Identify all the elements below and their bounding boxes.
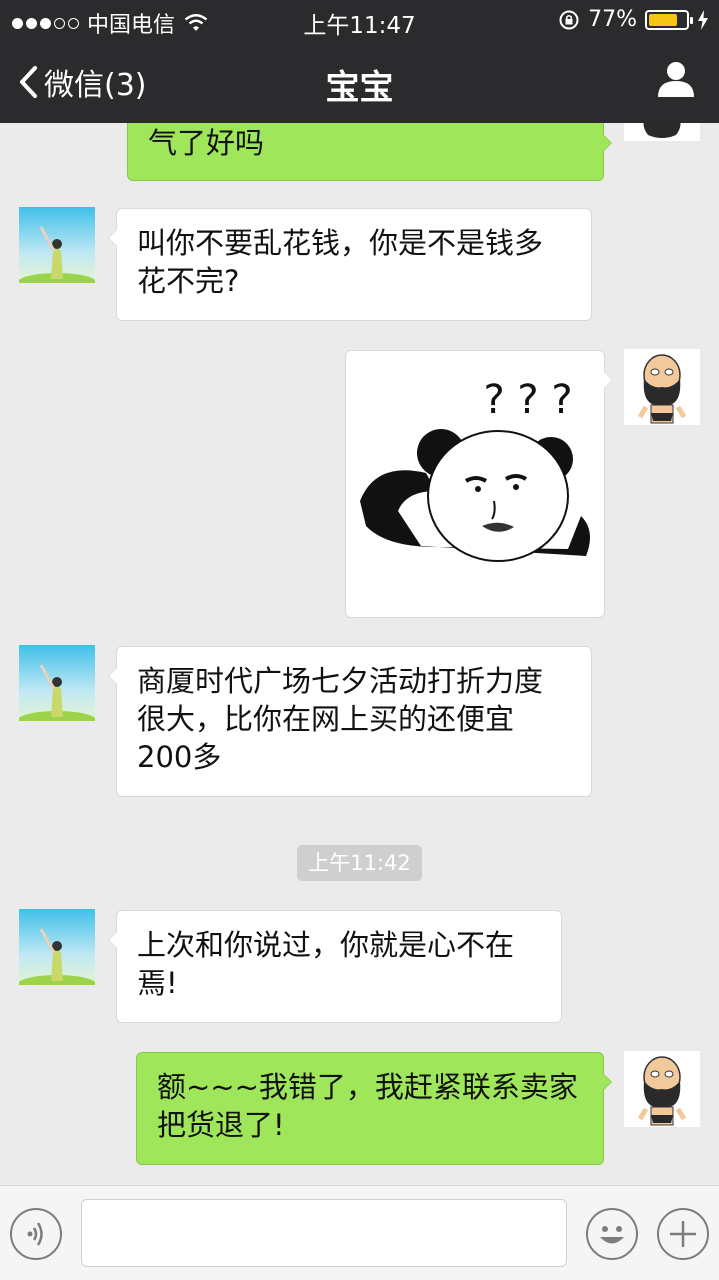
my-avatar[interactable] xyxy=(624,349,700,425)
person-icon xyxy=(658,62,694,97)
message-timestamp: 上午11:42 xyxy=(297,845,422,881)
my-avatar[interactable] xyxy=(624,1051,700,1127)
message-text: 气了好吗 xyxy=(148,126,265,160)
sticker-message[interactable]: ? ? ? xyxy=(345,350,613,618)
emoji-icon xyxy=(600,1226,624,1244)
message-text-line: 200多 xyxy=(137,740,222,774)
battery-percent: 77% xyxy=(588,7,637,32)
message-text-line: 焉! xyxy=(137,966,178,1000)
emoji-button[interactable] xyxy=(586,1208,638,1260)
message-bubble-sent[interactable]: 气了好吗 xyxy=(127,123,612,181)
message-input[interactable] xyxy=(81,1199,567,1267)
profile-button[interactable] xyxy=(657,60,695,102)
battery-icon xyxy=(645,9,693,30)
message-text-line: 花不完? xyxy=(137,264,240,298)
sticker-text: ? ? ? xyxy=(483,377,572,423)
message-text-line: 额~~~我错了，我赶紧联系卖家 xyxy=(157,1070,578,1104)
contact-avatar[interactable] xyxy=(19,207,95,283)
panda-sticker-image: ? ? ? xyxy=(360,377,590,562)
back-button[interactable]: 微信(3) xyxy=(18,60,147,104)
message-bubble-received[interactable]: 上次和你说过，你就是心不在 焉! xyxy=(108,910,562,1023)
chat-area[interactable]: 气了好吗 叫你不要乱花钱，你是不是钱多 花不完? ? ? ? 商厦时代广场七夕活… xyxy=(0,123,719,1185)
input-bar xyxy=(0,1185,719,1280)
navigation-bar: 微信(3) 宝宝 xyxy=(0,40,719,123)
voice-button[interactable] xyxy=(10,1208,62,1260)
status-right: 77% xyxy=(558,7,709,32)
orientation-lock-icon xyxy=(559,10,579,29)
charging-bolt-icon xyxy=(698,9,708,30)
contact-avatar[interactable] xyxy=(19,645,95,721)
message-bubble-sent[interactable]: 额~~~我错了，我赶紧联系卖家 把货退了! xyxy=(136,1052,612,1165)
message-text-line: 把货退了! xyxy=(157,1108,285,1142)
message-text-line: 叫你不要乱花钱，你是不是钱多 xyxy=(137,226,544,260)
chevron-left-icon xyxy=(20,66,37,98)
message-text-line: 很大，比你在网上买的还便宜 xyxy=(137,702,515,736)
plus-icon xyxy=(670,1221,696,1247)
message-bubble-received[interactable]: 商厦时代广场七夕活动打折力度 很大，比你在网上买的还便宜 200多 xyxy=(108,646,592,797)
message-text-line: 商厦时代广场七夕活动打折力度 xyxy=(137,664,544,698)
more-button[interactable] xyxy=(657,1208,709,1260)
message-bubble-received[interactable]: 叫你不要乱花钱，你是不是钱多 花不完? xyxy=(108,208,592,321)
battery-level xyxy=(649,13,677,26)
my-avatar[interactable] xyxy=(624,123,700,141)
contact-avatar[interactable] xyxy=(19,909,95,985)
message-text-line: 上次和你说过，你就是心不在 xyxy=(137,928,515,962)
status-bar: 中国电信 上午11:47 77% xyxy=(0,0,719,40)
voice-icon xyxy=(27,1222,43,1246)
back-label: 微信(3) xyxy=(44,68,147,103)
